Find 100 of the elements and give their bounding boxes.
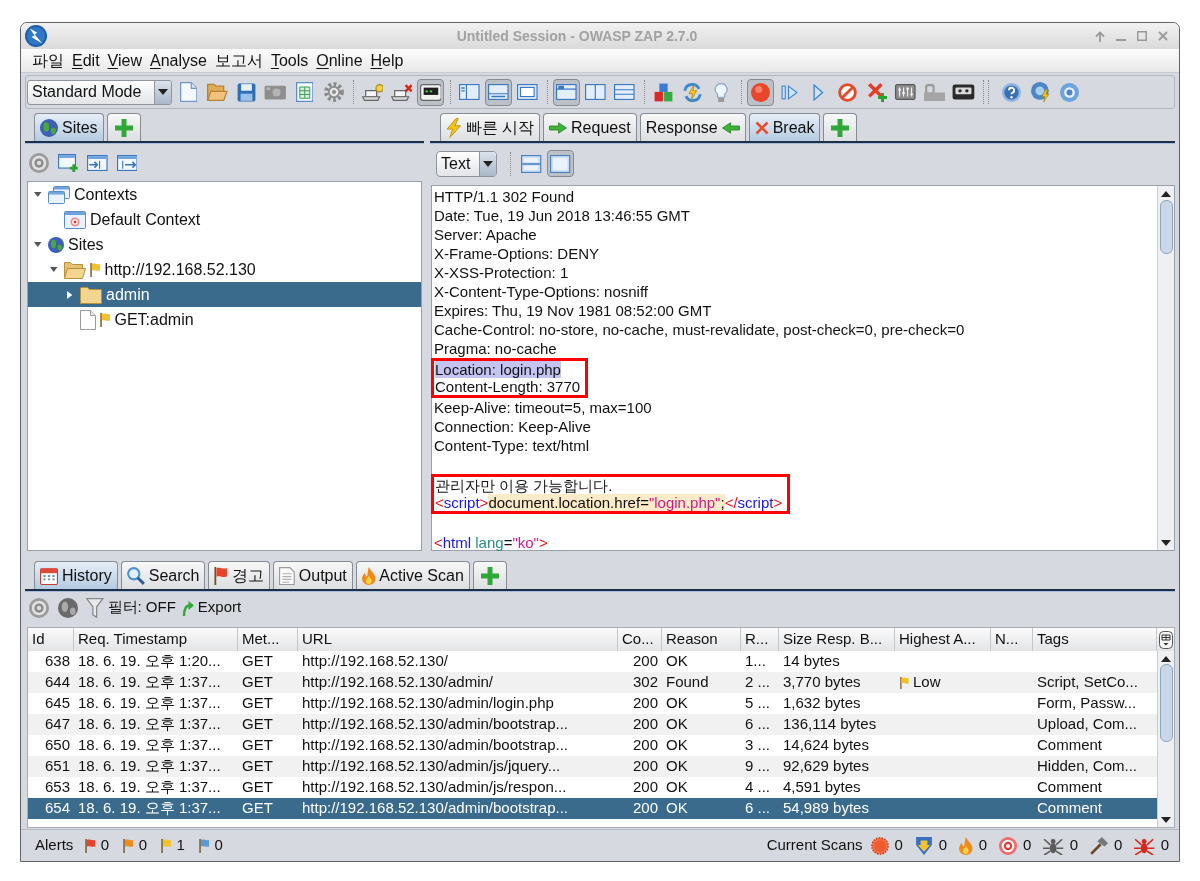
window-plus-icon[interactable] bbox=[58, 153, 79, 172]
tab[interactable]: Break bbox=[748, 113, 821, 141]
scrollbar-thumb[interactable] bbox=[1159, 200, 1173, 254]
add-tab-button[interactable] bbox=[823, 113, 858, 141]
menu-item[interactable]: Edit bbox=[68, 49, 104, 72]
response-line: Server: Apache bbox=[434, 226, 537, 243]
window-arrow-out-icon[interactable] bbox=[116, 154, 138, 171]
tree-item[interactable]: admin bbox=[28, 282, 421, 307]
column-header[interactable]: N... bbox=[991, 628, 1033, 651]
plus-icon bbox=[114, 118, 133, 137]
column-header[interactable]: Reason bbox=[662, 628, 741, 651]
windows-stack-icon bbox=[48, 185, 70, 204]
column-header[interactable]: Tags bbox=[1033, 628, 1157, 651]
menu-item[interactable]: Help bbox=[366, 49, 408, 72]
cell-text: GET bbox=[242, 777, 273, 798]
menu-item[interactable]: Online bbox=[312, 49, 367, 72]
column-header[interactable]: URL bbox=[298, 628, 618, 651]
table-row[interactable]: 654 18. 6. 19. 오후 1:37... GET http://192.168.52.130/admin/bootstrap... 200 OK 6 ... 54,989 bytes Comment bbox=[28, 798, 1157, 819]
tab[interactable]: Output bbox=[273, 561, 353, 589]
column-header[interactable]: Req. Timestamp bbox=[74, 628, 238, 651]
column-header[interactable]: Size Resp. B... bbox=[779, 628, 895, 651]
menu-item[interactable]: Tools bbox=[266, 49, 313, 72]
tab[interactable]: 경고 bbox=[208, 561, 270, 589]
tab[interactable]: 빠른 시작 bbox=[440, 113, 541, 141]
caret-down-icon[interactable] bbox=[34, 242, 42, 247]
caret-down-icon[interactable] bbox=[34, 192, 42, 197]
cell-text: 18. 6. 19. 오후 1:37... bbox=[78, 798, 221, 819]
tab[interactable]: Request bbox=[543, 113, 637, 141]
vertical-scrollbar[interactable] bbox=[1157, 651, 1174, 827]
column-chooser-button[interactable] bbox=[1158, 630, 1173, 649]
cell-text: 200 bbox=[632, 714, 658, 735]
view-toggle-button[interactable] bbox=[547, 150, 574, 177]
response-line: Keep-Alive: timeout=5, max=100 bbox=[434, 399, 652, 416]
globe-icon[interactable] bbox=[58, 597, 78, 618]
menu-item[interactable]: 보고서 bbox=[210, 49, 267, 72]
close-icon[interactable] bbox=[1158, 31, 1168, 41]
tab[interactable]: Search bbox=[120, 561, 206, 589]
scroll-down-icon[interactable] bbox=[1161, 817, 1171, 823]
menu-item[interactable]: 파일 bbox=[28, 49, 68, 72]
tree-item[interactable]: GET:admin bbox=[28, 307, 421, 332]
tab[interactable]: Active Scan bbox=[355, 561, 470, 589]
column-header[interactable]: Met... bbox=[238, 628, 298, 651]
cell-text: 650 bbox=[44, 735, 70, 756]
cell-text: 3 ... bbox=[745, 735, 770, 756]
caret-down-icon[interactable] bbox=[50, 267, 58, 272]
filter-button[interactable]: 필터: OFF bbox=[86, 596, 176, 619]
column-header[interactable]: Id bbox=[28, 628, 74, 651]
vertical-scrollbar[interactable] bbox=[1157, 186, 1174, 550]
table-row[interactable]: 647 18. 6. 19. 오후 1:37... GET http://192.168.52.130/admin/bootstrap... 200 OK 6 ... 136,114 bytes Upload, Com... bbox=[28, 714, 1157, 735]
toolbar-button[interactable] bbox=[417, 78, 444, 106]
tree-item[interactable]: http://192.168.52.130 bbox=[28, 257, 421, 282]
search-icon bbox=[126, 566, 145, 585]
layout-sidebar-icon bbox=[459, 84, 480, 100]
cell-text: http://192.168.52.130/admin/js/jquery... bbox=[302, 756, 561, 777]
table-row[interactable]: 651 18. 6. 19. 오후 1:37... GET http://192.168.52.130/admin/js/jquery... 200 OK 9 ... 92,629 bytes Hidden, Com... bbox=[28, 756, 1157, 777]
target-icon[interactable] bbox=[29, 597, 49, 618]
cell-text: http://192.168.52.130/admin/js/respon... bbox=[302, 777, 567, 798]
add-tab-button[interactable] bbox=[106, 113, 141, 141]
tab[interactable]: Response bbox=[639, 113, 746, 141]
mode-dropdown[interactable]: Standard Mode bbox=[27, 79, 172, 105]
tree-item[interactable]: Default Context bbox=[28, 207, 421, 232]
maximize-icon[interactable] bbox=[1137, 31, 1147, 41]
scroll-down-icon[interactable] bbox=[1161, 540, 1171, 546]
cell-text: OK bbox=[666, 735, 688, 756]
column-header[interactable]: Highest A... bbox=[895, 628, 991, 651]
window-arrow-in-icon[interactable] bbox=[87, 154, 108, 171]
x-plus-icon bbox=[866, 82, 887, 102]
open-folder-icon bbox=[64, 260, 86, 279]
format-dropdown[interactable]: Text bbox=[436, 150, 497, 177]
window-target-icon bbox=[64, 210, 86, 229]
response-text-area[interactable] bbox=[431, 185, 1175, 551]
cell-text: 18. 6. 19. 오후 1:37... bbox=[78, 693, 221, 714]
cell-text: GET bbox=[242, 693, 273, 714]
laptop-x-icon bbox=[390, 83, 413, 101]
up-arrow-icon[interactable] bbox=[1095, 30, 1105, 42]
cell-text: http://192.168.52.130/ bbox=[302, 651, 448, 672]
menu-item[interactable]: Analyse bbox=[146, 49, 211, 72]
scan-count: 0 bbox=[1160, 835, 1169, 856]
response-line: Pragma: no-cache bbox=[434, 340, 557, 357]
folder-icon bbox=[207, 83, 228, 101]
tab[interactable]: History bbox=[34, 561, 118, 589]
column-header[interactable]: Co... bbox=[618, 628, 662, 651]
cell-text: Comment bbox=[1037, 798, 1103, 819]
add-tab-button[interactable] bbox=[472, 561, 507, 589]
table-row[interactable]: 644 18. 6. 19. 오후 1:37... GET http://192.168.52.130/admin/ 302 Found 2 ... 3,770 bytes Low Script, SetCo... bbox=[28, 672, 1157, 693]
scrollbar-thumb[interactable] bbox=[1159, 664, 1173, 742]
hammer-icon bbox=[1090, 836, 1108, 855]
tree-item[interactable]: Contexts bbox=[28, 182, 421, 207]
target-icon[interactable] bbox=[29, 152, 49, 173]
layout-columns-icon bbox=[585, 84, 606, 100]
tab[interactable]: Sites bbox=[34, 113, 104, 141]
tree-item[interactable]: Sites bbox=[28, 232, 421, 257]
menu-item[interactable]: View bbox=[103, 49, 146, 72]
column-header[interactable]: R... bbox=[741, 628, 779, 651]
scroll-up-icon[interactable] bbox=[1161, 656, 1171, 662]
export-button[interactable]: Export bbox=[181, 596, 242, 619]
scroll-up-icon[interactable] bbox=[1161, 191, 1171, 197]
caret-right-icon[interactable] bbox=[67, 290, 73, 299]
flame-icon bbox=[959, 836, 973, 855]
target-icon bbox=[999, 836, 1018, 855]
